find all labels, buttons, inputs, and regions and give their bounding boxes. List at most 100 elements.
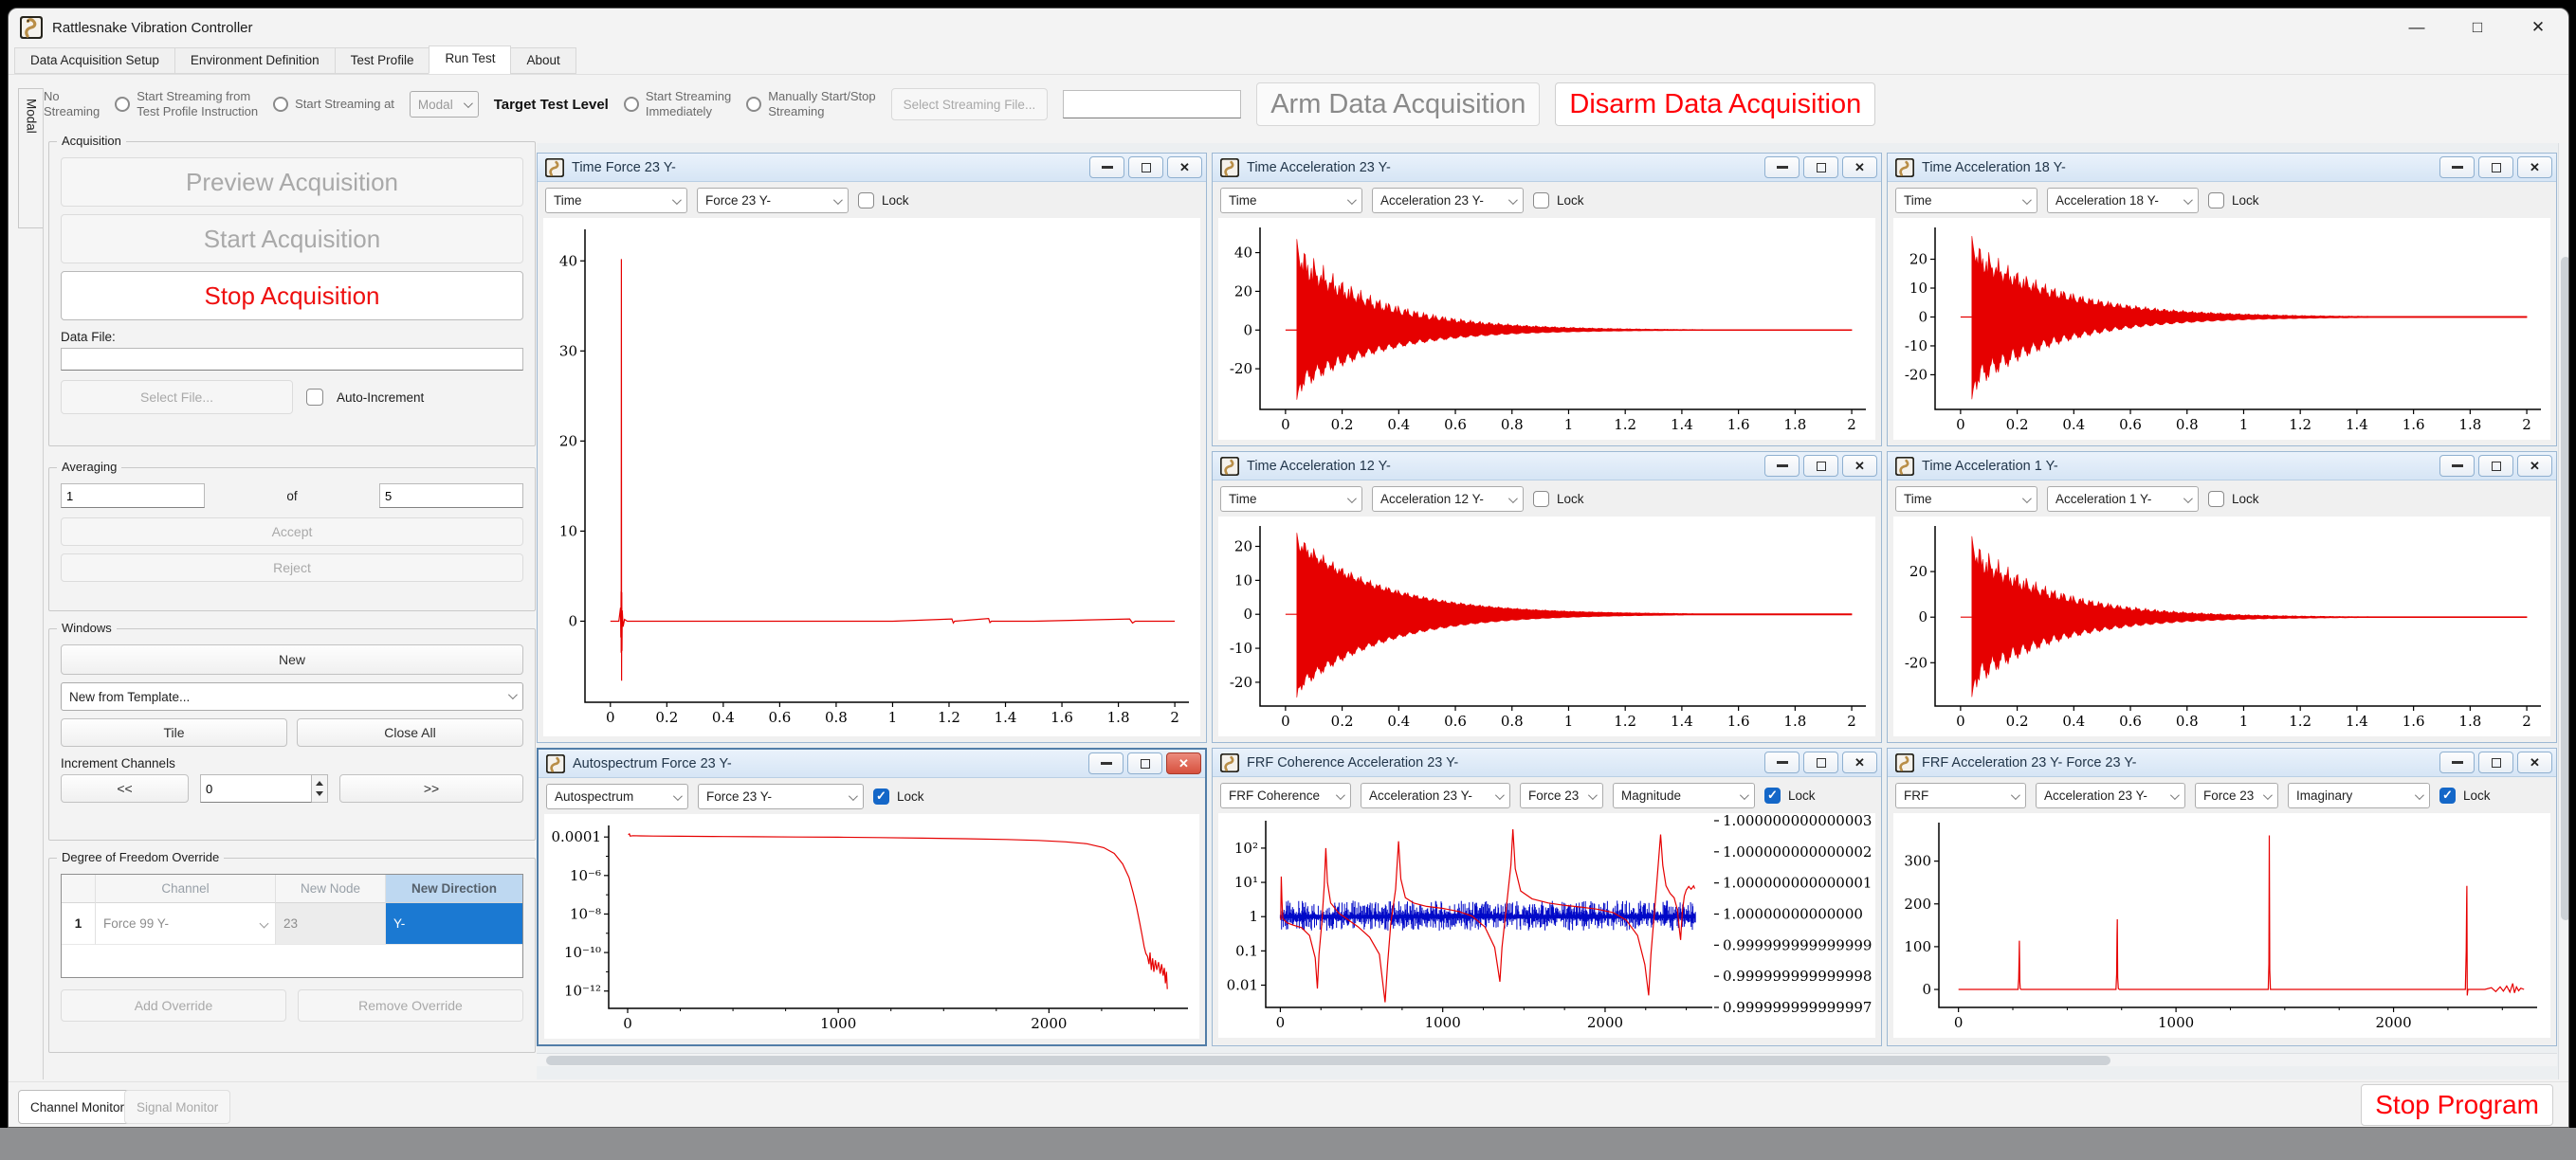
close-icon[interactable]: ✕ xyxy=(2508,9,2568,46)
average-total-input[interactable] xyxy=(379,483,523,508)
lock-checkbox[interactable]: Lock xyxy=(2208,491,2259,507)
close-icon[interactable]: ✕ xyxy=(2517,752,2552,773)
close-icon[interactable]: ✕ xyxy=(2517,156,2552,178)
tab-environment-definition[interactable]: Environment Definition xyxy=(174,47,336,74)
component-select[interactable]: Magnitude xyxy=(1613,783,1755,808)
close-all-button[interactable]: Close All xyxy=(297,718,523,747)
plot-type-select[interactable]: Time xyxy=(1895,486,2037,512)
plot-type-select[interactable]: Time xyxy=(1895,188,2037,213)
scrollbar-thumb[interactable] xyxy=(2561,257,2569,920)
column-header-new-direction[interactable]: New Direction xyxy=(386,875,522,903)
reject-button[interactable]: Reject xyxy=(61,553,523,582)
tab-about[interactable]: About xyxy=(510,47,575,74)
radio-streaming-at-level[interactable]: Start Streaming at xyxy=(273,97,394,112)
plot-window-titlebar[interactable]: Time Acceleration 1 Y- ✕ xyxy=(1888,452,2556,480)
target-level-select[interactable]: Modal xyxy=(410,91,479,118)
channel-select[interactable]: Force 23 Y- xyxy=(697,188,849,213)
restore-icon[interactable] xyxy=(2478,156,2513,178)
tab-modal-vertical[interactable]: Modal xyxy=(18,88,44,228)
close-icon[interactable]: ✕ xyxy=(1166,752,1201,774)
increment-channels-button[interactable]: >> xyxy=(339,774,523,803)
close-icon[interactable]: ✕ xyxy=(2517,455,2552,477)
channel-select[interactable]: Acceleration 18 Y- xyxy=(2047,188,2199,213)
minimize-icon[interactable] xyxy=(1764,156,1800,178)
radio-streaming-immediately[interactable]: Start StreamingImmediately xyxy=(624,89,731,120)
minimize-icon[interactable] xyxy=(1764,752,1800,773)
restore-icon[interactable] xyxy=(2478,455,2513,477)
lock-checkbox[interactable]: Lock xyxy=(858,192,909,208)
add-override-button[interactable]: Add Override xyxy=(61,989,286,1022)
maximize-icon[interactable]: □ xyxy=(2447,9,2508,46)
response-channel-select[interactable]: Acceleration 23 Y- xyxy=(1361,783,1510,808)
channel-select[interactable]: Acceleration 1 Y- xyxy=(2047,486,2199,512)
decrement-channels-button[interactable]: << xyxy=(61,774,189,803)
response-channel-select[interactable]: Acceleration 23 Y- xyxy=(2036,783,2185,808)
reference-channel-select[interactable]: Force 23 xyxy=(2195,783,2278,808)
close-icon[interactable]: ✕ xyxy=(1167,156,1202,178)
restore-icon[interactable] xyxy=(1803,156,1838,178)
component-select[interactable]: Imaginary xyxy=(2288,783,2430,808)
tab-data-acquisition-setup[interactable]: Data Acquisition Setup xyxy=(14,47,175,74)
accept-button[interactable]: Accept xyxy=(61,517,523,546)
plot-type-select[interactable]: Time xyxy=(545,188,687,213)
minimize-icon[interactable] xyxy=(2439,455,2475,477)
select-file-button[interactable]: Select File... xyxy=(61,380,293,414)
tile-button[interactable]: Tile xyxy=(61,718,287,747)
minimize-icon[interactable]: — xyxy=(2386,9,2447,46)
minimize-icon[interactable] xyxy=(1089,156,1124,178)
channel-select[interactable]: Acceleration 12 Y- xyxy=(1372,486,1524,512)
minimize-icon[interactable] xyxy=(1088,752,1124,774)
new-direction-cell[interactable]: Y- xyxy=(386,903,522,945)
auto-increment-checkbox[interactable] xyxy=(306,389,323,406)
scrollbar-thumb[interactable] xyxy=(546,1056,2110,1065)
radio-manual-streaming[interactable]: Manually Start/StopStreaming xyxy=(746,89,875,120)
channel-monitor-button[interactable]: Channel Monitor xyxy=(18,1090,137,1124)
plot-window-titlebar[interactable]: Time Acceleration 23 Y- ✕ xyxy=(1213,154,1881,182)
vertical-scrollbar[interactable] xyxy=(2558,143,2569,1079)
column-header-new-node[interactable]: New Node xyxy=(276,875,386,903)
column-header-channel[interactable]: Channel xyxy=(96,875,276,903)
plot-type-select[interactable]: FRF Coherence xyxy=(1220,783,1351,808)
lock-checkbox[interactable]: Lock xyxy=(1533,491,1584,507)
stop-program-button[interactable]: Stop Program xyxy=(2361,1084,2553,1126)
radio-streaming-from-profile[interactable]: Start Streaming fromTest Profile Instruc… xyxy=(115,89,258,120)
minimize-icon[interactable] xyxy=(1764,455,1800,477)
plot-window-titlebar[interactable]: Time Force 23 Y- ✕ xyxy=(538,154,1206,182)
data-file-input[interactable] xyxy=(61,348,523,371)
minimize-icon[interactable] xyxy=(2439,156,2475,178)
disarm-data-acquisition-button[interactable]: Disarm Data Acquisition xyxy=(1555,82,1875,126)
channel-increment-input[interactable] xyxy=(200,774,312,803)
new-node-cell[interactable]: 23 xyxy=(276,903,386,945)
average-current-input[interactable] xyxy=(61,483,205,508)
plot-window-titlebar[interactable]: FRF Acceleration 23 Y- Force 23 Y- ✕ xyxy=(1888,749,2556,777)
close-icon[interactable]: ✕ xyxy=(1842,455,1877,477)
plot-type-select[interactable]: Time xyxy=(1220,486,1362,512)
lock-checkbox[interactable]: Lock xyxy=(1533,192,1584,208)
minimize-icon[interactable] xyxy=(2439,752,2475,773)
streaming-file-input[interactable] xyxy=(1063,90,1241,118)
restore-icon[interactable] xyxy=(1803,455,1838,477)
lock-checkbox[interactable]: Lock xyxy=(2208,192,2259,208)
lock-checkbox[interactable]: Lock xyxy=(2439,788,2491,804)
tab-test-profile[interactable]: Test Profile xyxy=(335,47,430,74)
spinner-buttons[interactable] xyxy=(312,774,328,803)
restore-icon[interactable] xyxy=(1803,752,1838,773)
remove-override-button[interactable]: Remove Override xyxy=(298,989,523,1022)
new-from-template-select[interactable]: New from Template... xyxy=(61,682,523,711)
lock-checkbox[interactable]: Lock xyxy=(1764,788,1816,804)
horizontal-scrollbar[interactable] xyxy=(537,1053,2557,1066)
stop-acquisition-button[interactable]: Stop Acquisition xyxy=(61,271,523,320)
preview-acquisition-button[interactable]: Preview Acquisition xyxy=(61,157,523,207)
reference-channel-select[interactable]: Force 23 xyxy=(1520,783,1603,808)
channel-cell-select[interactable]: Force 99 Y- xyxy=(96,903,276,945)
signal-monitor-button[interactable]: Signal Monitor xyxy=(124,1090,230,1124)
new-window-button[interactable]: New xyxy=(61,644,523,675)
tab-run-test[interactable]: Run Test xyxy=(429,45,511,74)
plot-type-select[interactable]: Time xyxy=(1220,188,1362,213)
close-icon[interactable]: ✕ xyxy=(1842,156,1877,178)
channel-select[interactable]: Acceleration 23 Y- xyxy=(1372,188,1524,213)
plot-window-titlebar[interactable]: Time Acceleration 18 Y- ✕ xyxy=(1888,154,2556,182)
restore-icon[interactable] xyxy=(2478,752,2513,773)
lock-checkbox[interactable]: Lock xyxy=(873,788,924,805)
plot-type-select[interactable]: FRF xyxy=(1895,783,2026,808)
